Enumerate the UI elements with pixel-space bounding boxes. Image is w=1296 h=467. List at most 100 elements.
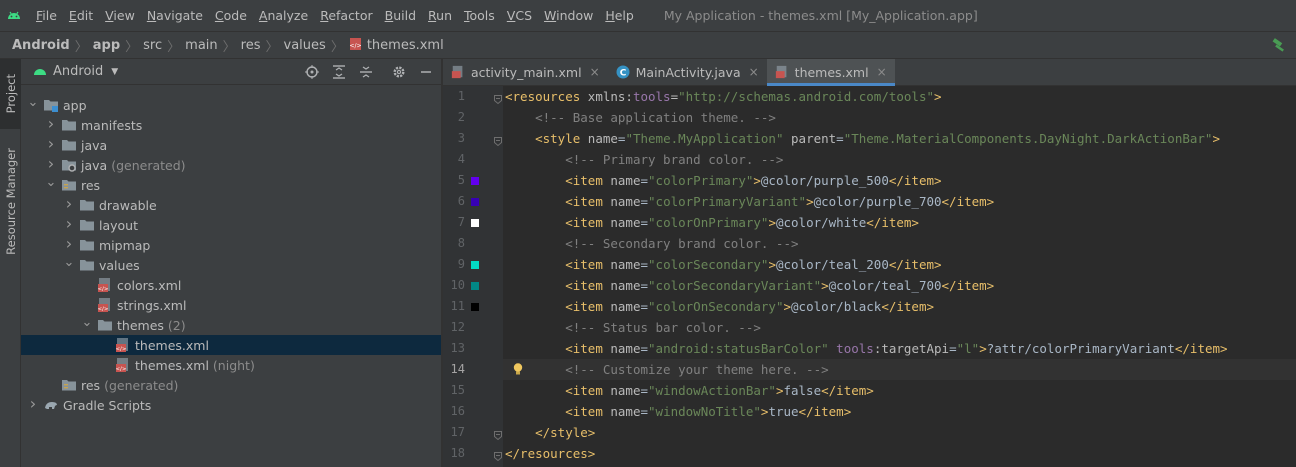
color-swatch-icon[interactable] xyxy=(471,219,479,227)
menu-file[interactable]: File xyxy=(30,0,63,31)
code-line[interactable]: <item name="colorSecondary">@color/teal_… xyxy=(505,254,941,275)
editor-tab[interactable]: activity_main.xml × xyxy=(443,59,608,85)
chevron-down-icon[interactable]: ⌄ xyxy=(27,95,39,110)
code-line[interactable]: <!-- Secondary brand color. --> xyxy=(505,233,798,254)
code-line[interactable]: <resources xmlns:tools="http://schemas.a… xyxy=(505,86,942,107)
chevron-right-icon[interactable]: › xyxy=(63,234,75,253)
breadcrumb-item[interactable]: res xyxy=(241,38,261,53)
tree-item[interactable]: </> colors.xml xyxy=(21,275,501,295)
fold-marker-icon[interactable] xyxy=(494,134,502,147)
menu-navigate[interactable]: Navigate xyxy=(141,0,209,31)
tree-item[interactable]: ⌄ app xyxy=(21,95,447,115)
collapse-all-icon[interactable] xyxy=(357,63,375,81)
code-line[interactable]: <item name="android:statusBarColor" tool… xyxy=(505,338,1227,359)
tree-item[interactable]: › java xyxy=(21,134,465,155)
code-token: @color/teal_200 xyxy=(775,257,889,272)
tree-item[interactable]: › Gradle Scripts xyxy=(21,394,447,415)
chevron-right-icon[interactable]: › xyxy=(45,154,57,173)
chevron-right-icon[interactable]: › xyxy=(63,194,75,213)
code-line[interactable]: <item name="colorOnSecondary">@color/bla… xyxy=(505,296,934,317)
menu-view[interactable]: View xyxy=(99,0,141,31)
tree-item[interactable]: res (generated) xyxy=(21,375,465,395)
tree-item[interactable]: › java (generated) xyxy=(21,154,465,175)
fold-marker-icon[interactable] xyxy=(494,428,502,441)
code-line[interactable]: <!-- Status bar color. --> xyxy=(505,317,761,338)
breadcrumb-item[interactable]: src xyxy=(143,38,162,53)
tree-item[interactable]: ⌄ themes (2) xyxy=(21,315,501,335)
tree-item[interactable]: ⌄ res xyxy=(21,175,465,195)
fold-marker-icon[interactable] xyxy=(494,449,502,462)
line-number: 2 xyxy=(457,110,465,124)
tree-item[interactable]: › manifests xyxy=(21,114,465,135)
tree-item[interactable]: ⌄ values xyxy=(21,255,483,275)
code-line[interactable]: <style name = "Theme.MyApplication" parent… xyxy=(505,128,1220,149)
locate-file-icon[interactable] xyxy=(303,63,321,81)
breadcrumb-item[interactable]: app xyxy=(93,38,120,53)
chevron-down-icon[interactable]: ⌄ xyxy=(45,175,57,190)
code-token: @color/purple_700 xyxy=(813,194,942,209)
tree-item[interactable]: </> strings.xml xyxy=(21,295,501,315)
code-line[interactable]: <item name="colorOnPrimary">@color/white… xyxy=(505,212,919,233)
code-line[interactable]: <item name="windowActionBar">false</item… xyxy=(505,380,874,401)
color-swatch-icon[interactable] xyxy=(471,303,479,311)
code-token: <!-- Base application theme. --> xyxy=(535,110,776,125)
resource-manager-tool-tab[interactable]: Resource Manager xyxy=(0,137,21,265)
color-swatch-icon[interactable] xyxy=(471,261,479,269)
color-swatch-icon[interactable] xyxy=(471,177,479,185)
menu-window[interactable]: Window xyxy=(538,0,599,31)
breadcrumb-item[interactable]: </> themes.xml xyxy=(349,37,443,53)
code-token: = xyxy=(836,131,844,146)
close-icon[interactable]: × xyxy=(590,65,600,79)
menu-tools[interactable]: Tools xyxy=(458,0,501,31)
code-line[interactable]: <!-- Customize your theme here. --> xyxy=(505,359,828,380)
fold-marker-icon[interactable] xyxy=(494,92,502,105)
code-line[interactable]: <item name="windowNoTitle">true</item> xyxy=(505,401,851,422)
breadcrumb-label: src xyxy=(143,37,163,53)
tree-item[interactable]: › layout xyxy=(21,214,483,235)
color-swatch-icon[interactable] xyxy=(471,282,479,290)
code-line[interactable]: <!-- Base application theme. --> xyxy=(505,107,776,128)
hide-panel-icon[interactable] xyxy=(417,63,435,81)
menu-vcs[interactable]: VCS xyxy=(501,0,538,31)
chevron-right-icon[interactable]: › xyxy=(27,394,39,413)
menu-analyze[interactable]: Analyze xyxy=(253,0,314,31)
breadcrumb-item[interactable]: main xyxy=(185,38,217,53)
code-line[interactable]: <!-- Primary brand color. --> xyxy=(505,149,783,170)
color-swatch-icon[interactable] xyxy=(471,198,479,206)
chevron-right-icon[interactable]: › xyxy=(45,114,57,133)
editor-tab[interactable]: C MainActivity.java × xyxy=(608,59,767,85)
menu-build[interactable]: Build xyxy=(379,0,422,31)
code-line[interactable]: </style> xyxy=(505,422,595,443)
code-line[interactable]: <item name="colorPrimary">@color/purple_… xyxy=(505,170,941,191)
close-icon[interactable]: × xyxy=(877,65,887,79)
build-hammer-icon[interactable] xyxy=(1270,36,1288,54)
line-number: 17 xyxy=(450,425,465,439)
project-view-selector[interactable]: Android ▼ xyxy=(33,64,118,79)
code-line[interactable]: <item name="colorSecondaryVariant">@colo… xyxy=(505,275,994,296)
chevron-down-icon[interactable]: ⌄ xyxy=(81,315,93,330)
chevron-right-icon[interactable]: › xyxy=(63,214,75,233)
code-token: > xyxy=(753,173,761,188)
tree-item[interactable]: › mipmap xyxy=(21,234,483,255)
code-line[interactable]: <item name="colorPrimaryVariant">@color/… xyxy=(505,191,994,212)
gradle-icon xyxy=(43,397,59,413)
menu-code[interactable]: Code xyxy=(209,0,253,31)
menu-refactor[interactable]: Refactor xyxy=(314,0,378,31)
project-tool-tab[interactable]: Project xyxy=(0,59,21,129)
menu-run[interactable]: Run xyxy=(422,0,458,31)
menu-edit[interactable]: Edit xyxy=(63,0,99,31)
chevron-right-icon[interactable]: › xyxy=(45,134,57,153)
tree-item[interactable]: › drawable xyxy=(21,194,483,215)
editor-tab[interactable]: themes.xml × xyxy=(766,59,895,86)
chevron-down-icon[interactable]: ⌄ xyxy=(63,255,75,270)
gear-icon[interactable] xyxy=(390,63,408,81)
close-icon[interactable]: × xyxy=(749,65,759,79)
code-editor[interactable]: 1 2 3 4 5 6 7 8 9 10 11 12 13 14 15 16 17 18 <resources x… xyxy=(443,86,1296,467)
menu-help[interactable]: Help xyxy=(599,0,640,31)
breadcrumb-item[interactable]: values xyxy=(284,38,326,53)
expand-all-icon[interactable] xyxy=(330,63,348,81)
breadcrumb-item[interactable]: Android xyxy=(12,38,70,53)
code-line[interactable]: </resources> xyxy=(505,443,595,464)
